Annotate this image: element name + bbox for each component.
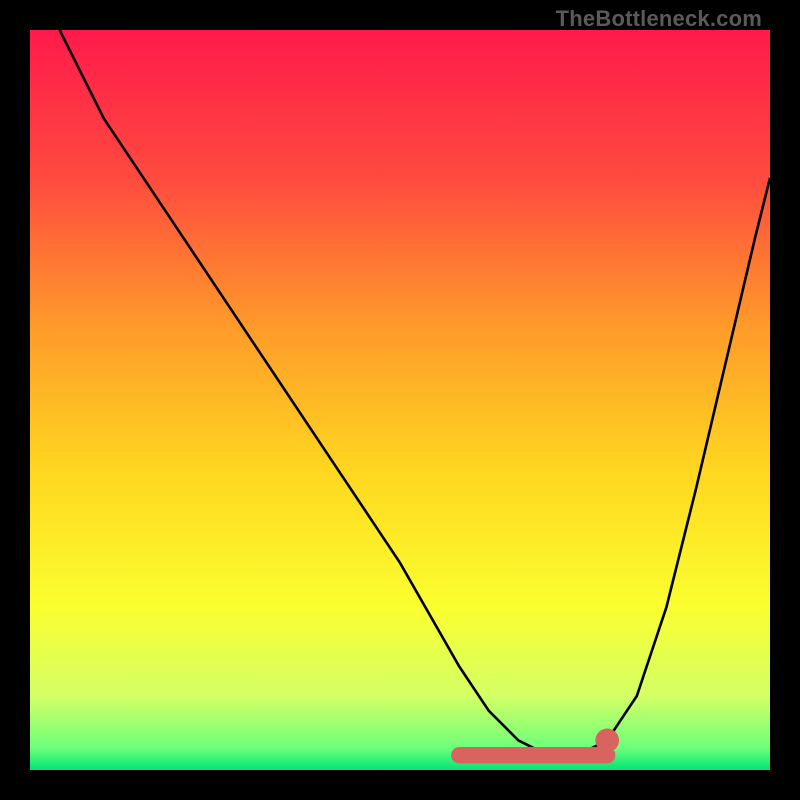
gradient-background — [30, 30, 770, 770]
bottleneck-chart — [30, 30, 770, 770]
plateau-end-dot — [595, 729, 619, 753]
chart-frame — [30, 30, 770, 770]
watermark-text: TheBottleneck.com — [556, 6, 762, 32]
